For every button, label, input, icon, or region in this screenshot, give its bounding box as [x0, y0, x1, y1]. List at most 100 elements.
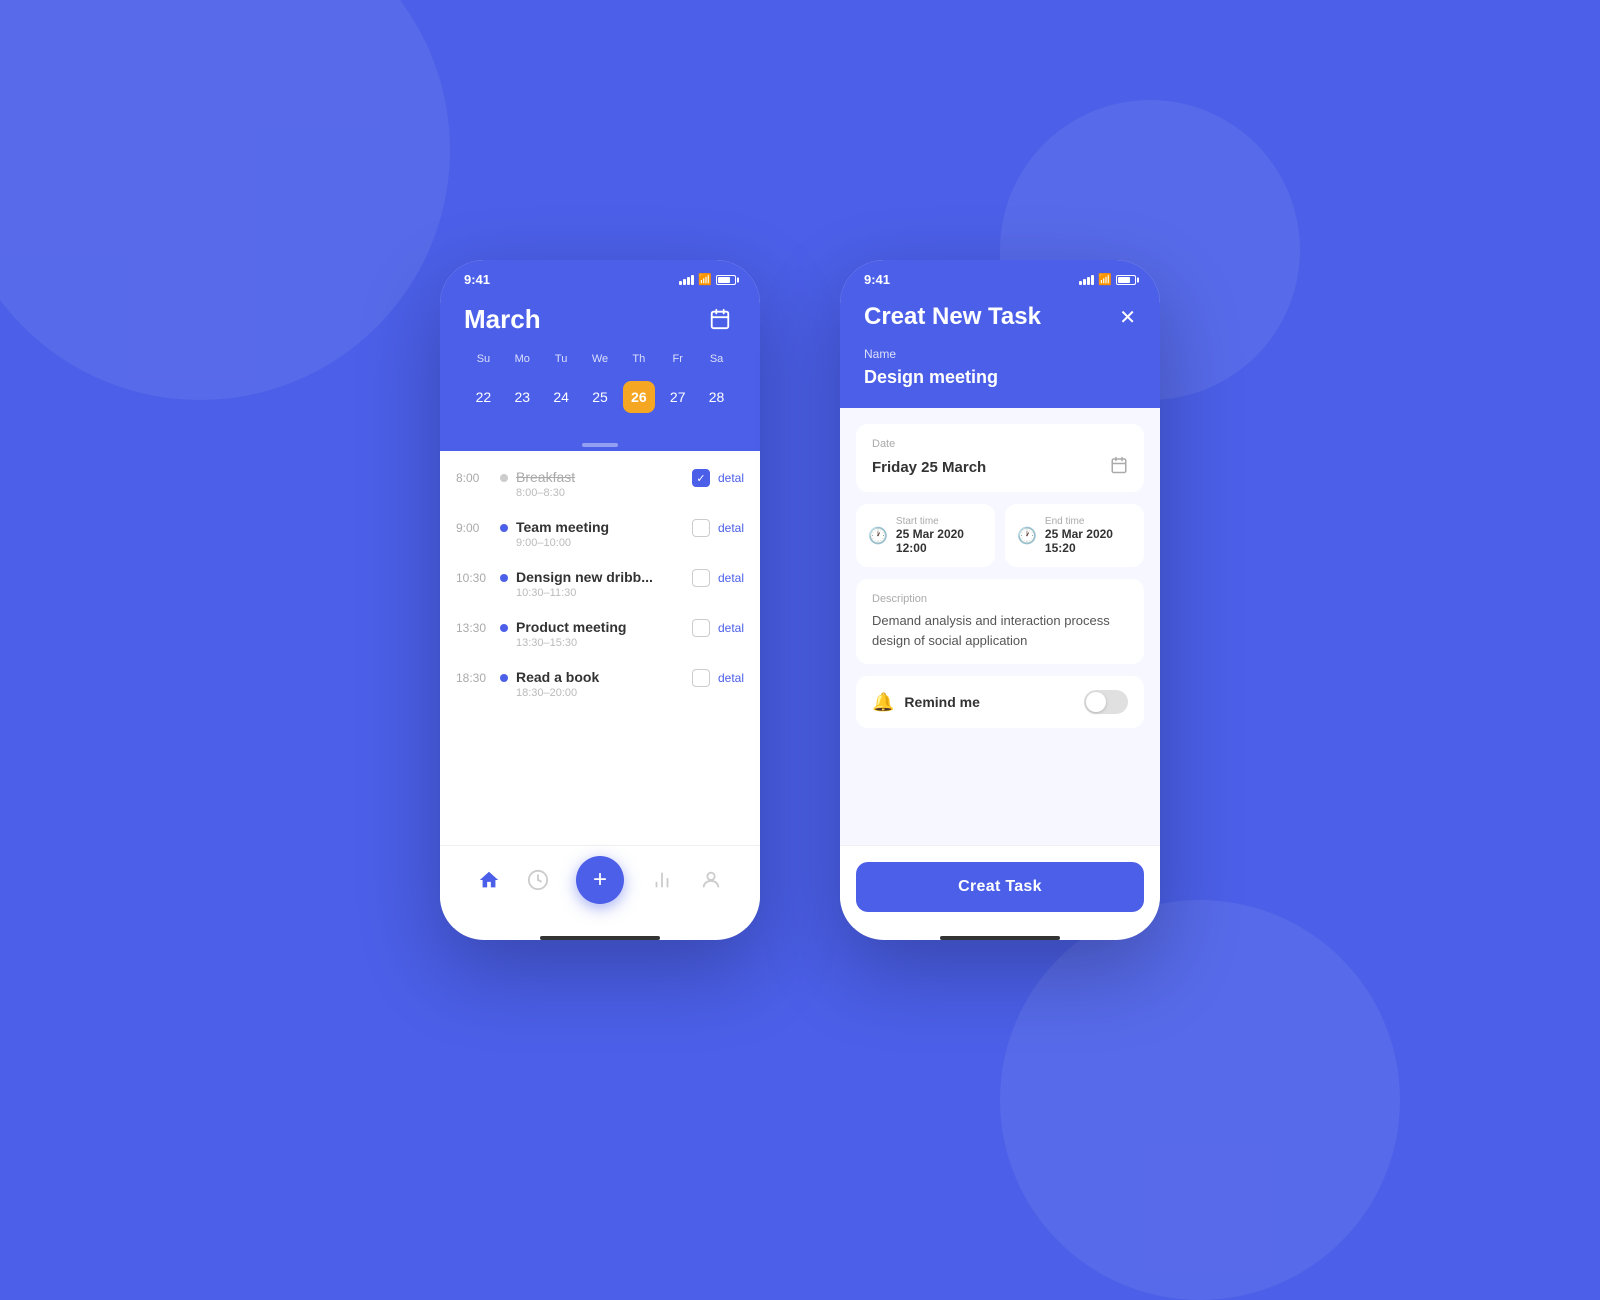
task-time-5: 18:30: [456, 669, 492, 685]
task-detail-3[interactable]: detal: [718, 571, 744, 585]
end-time-label: End time: [1045, 516, 1132, 527]
desc-label: Description: [872, 593, 1128, 605]
add-icon: +: [593, 866, 607, 894]
home-icon: [478, 869, 500, 891]
task-content-1: Breakfast 8:00–8:30: [516, 469, 684, 499]
task-name-4: Product meeting: [516, 619, 684, 635]
status-time-1: 9:41: [464, 272, 490, 287]
task-item-breakfast: 8:00 Breakfast 8:00–8:30 detal: [440, 459, 760, 509]
task-checkbox-5[interactable]: [692, 669, 710, 687]
task-checkbox-2[interactable]: [692, 519, 710, 537]
task-dot-4: [500, 624, 508, 632]
end-time-content: End time 25 Mar 2020 15:20: [1045, 516, 1132, 555]
name-value: Design meeting: [864, 367, 1136, 388]
chart-icon: [651, 869, 673, 891]
task-range-1: 8:00–8:30: [516, 487, 684, 499]
task-dot-2: [500, 524, 508, 532]
signal-icon: [679, 275, 694, 285]
nav-home-button[interactable]: [478, 869, 500, 891]
task-name-1: Breakfast: [516, 469, 684, 485]
create-task-title-row: Creat New Task ✕: [864, 303, 1136, 331]
calendar-icon-2: [1110, 456, 1128, 474]
end-time-card[interactable]: 🕐 End time 25 Mar 2020 15:20: [1005, 504, 1144, 567]
month-row: March: [464, 303, 736, 335]
date-28[interactable]: 28: [697, 375, 736, 419]
weekday-fr: Fr: [658, 351, 697, 367]
task-detail-1[interactable]: detal: [718, 471, 744, 485]
scroll-indicator: [440, 435, 760, 451]
create-task-area: Creat Task: [840, 845, 1160, 928]
date-26-active[interactable]: 26: [619, 375, 658, 419]
description-card: Description Demand analysis and interact…: [856, 579, 1144, 664]
task-range-2: 9:00–10:00: [516, 537, 684, 549]
home-indicator-2: [940, 936, 1060, 940]
task-range-3: 10:30–11:30: [516, 587, 684, 599]
task-checkbox-4[interactable]: [692, 619, 710, 637]
start-time-card[interactable]: 🕐 Start time 25 Mar 2020 12:00: [856, 504, 995, 567]
task-dot-1: [500, 474, 508, 482]
phone-calendar: 9:41 📶 March: [440, 260, 760, 940]
close-button[interactable]: ✕: [1119, 305, 1136, 330]
desc-value: Demand analysis and interaction process …: [872, 611, 1128, 650]
date-25[interactable]: 25: [581, 375, 620, 419]
task-range-5: 18:30–20:00: [516, 687, 684, 699]
task-name-5: Read a book: [516, 669, 684, 685]
bg-decoration-1: [0, 0, 450, 400]
time-row: 🕐 Start time 25 Mar 2020 12:00 🕐 End tim…: [856, 504, 1144, 567]
task-time-1: 8:00: [456, 469, 492, 485]
create-task-button[interactable]: Creat Task: [856, 862, 1144, 912]
task-list: 8:00 Breakfast 8:00–8:30 detal 9:00 Team…: [440, 451, 760, 845]
task-checkbox-1[interactable]: [692, 469, 710, 487]
battery-icon: [716, 275, 736, 285]
task-item-team-meeting: 9:00 Team meeting 9:00–10:00 detal: [440, 509, 760, 559]
month-title: March: [464, 304, 541, 335]
task-actions-1: detal: [692, 469, 744, 487]
task-name-2: Team meeting: [516, 519, 684, 535]
bell-icon: 🔔: [872, 692, 894, 713]
start-time-label: Start time: [896, 516, 983, 527]
nav-clock-button[interactable]: [527, 869, 549, 891]
task-actions-4: detal: [692, 619, 744, 637]
nav-chart-button[interactable]: [651, 869, 673, 891]
weekday-tu: Tu: [542, 351, 581, 367]
task-dot-3: [500, 574, 508, 582]
task-item-product-meeting: 13:30 Product meeting 13:30–15:30 detal: [440, 609, 760, 659]
task-name-3: Densign new dribb...: [516, 569, 684, 585]
task-content-2: Team meeting 9:00–10:00: [516, 519, 684, 549]
profile-icon: [700, 869, 722, 891]
nav-add-button[interactable]: +: [576, 856, 624, 904]
date-23[interactable]: 23: [503, 375, 542, 419]
date-value-row: Friday 25 March: [872, 456, 1128, 478]
weekday-mo: Mo: [503, 351, 542, 367]
remind-toggle[interactable]: [1084, 690, 1128, 714]
task-form-body: Date Friday 25 March 🕐 Start time: [840, 408, 1160, 845]
task-actions-2: detal: [692, 519, 744, 537]
date-calendar-button[interactable]: [1110, 456, 1128, 478]
date-card: Date Friday 25 March: [856, 424, 1144, 492]
bottom-nav: +: [440, 845, 760, 928]
home-indicator: [540, 936, 660, 940]
calendar-toggle-button[interactable]: [704, 303, 736, 335]
weekday-th: Th: [619, 351, 658, 367]
date-24[interactable]: 24: [542, 375, 581, 419]
task-content-3: Densign new dribb... 10:30–11:30: [516, 569, 684, 599]
task-detail-4[interactable]: detal: [718, 621, 744, 635]
clock-icon: [527, 869, 549, 891]
task-content-4: Product meeting 13:30–15:30: [516, 619, 684, 649]
weekday-su: Su: [464, 351, 503, 367]
task-detail-5[interactable]: detal: [718, 671, 744, 685]
calendar-header: March Su Mo Tu We Th Fr Sa 22 23 24: [440, 295, 760, 435]
start-time-value: 25 Mar 2020 12:00: [896, 527, 983, 555]
clock-icon-end: 🕐: [1017, 526, 1037, 546]
nav-profile-button[interactable]: [700, 869, 722, 891]
weekday-sa: Sa: [697, 351, 736, 367]
name-label: Name: [864, 347, 1136, 361]
status-bar-1: 9:41 📶: [440, 260, 760, 295]
calendar-icon: [709, 308, 731, 330]
end-time-value: 25 Mar 2020 15:20: [1045, 527, 1132, 555]
wifi-icon-2: 📶: [1098, 273, 1112, 286]
task-detail-2[interactable]: detal: [718, 521, 744, 535]
task-checkbox-3[interactable]: [692, 569, 710, 587]
date-27[interactable]: 27: [658, 375, 697, 419]
date-22[interactable]: 22: [464, 375, 503, 419]
